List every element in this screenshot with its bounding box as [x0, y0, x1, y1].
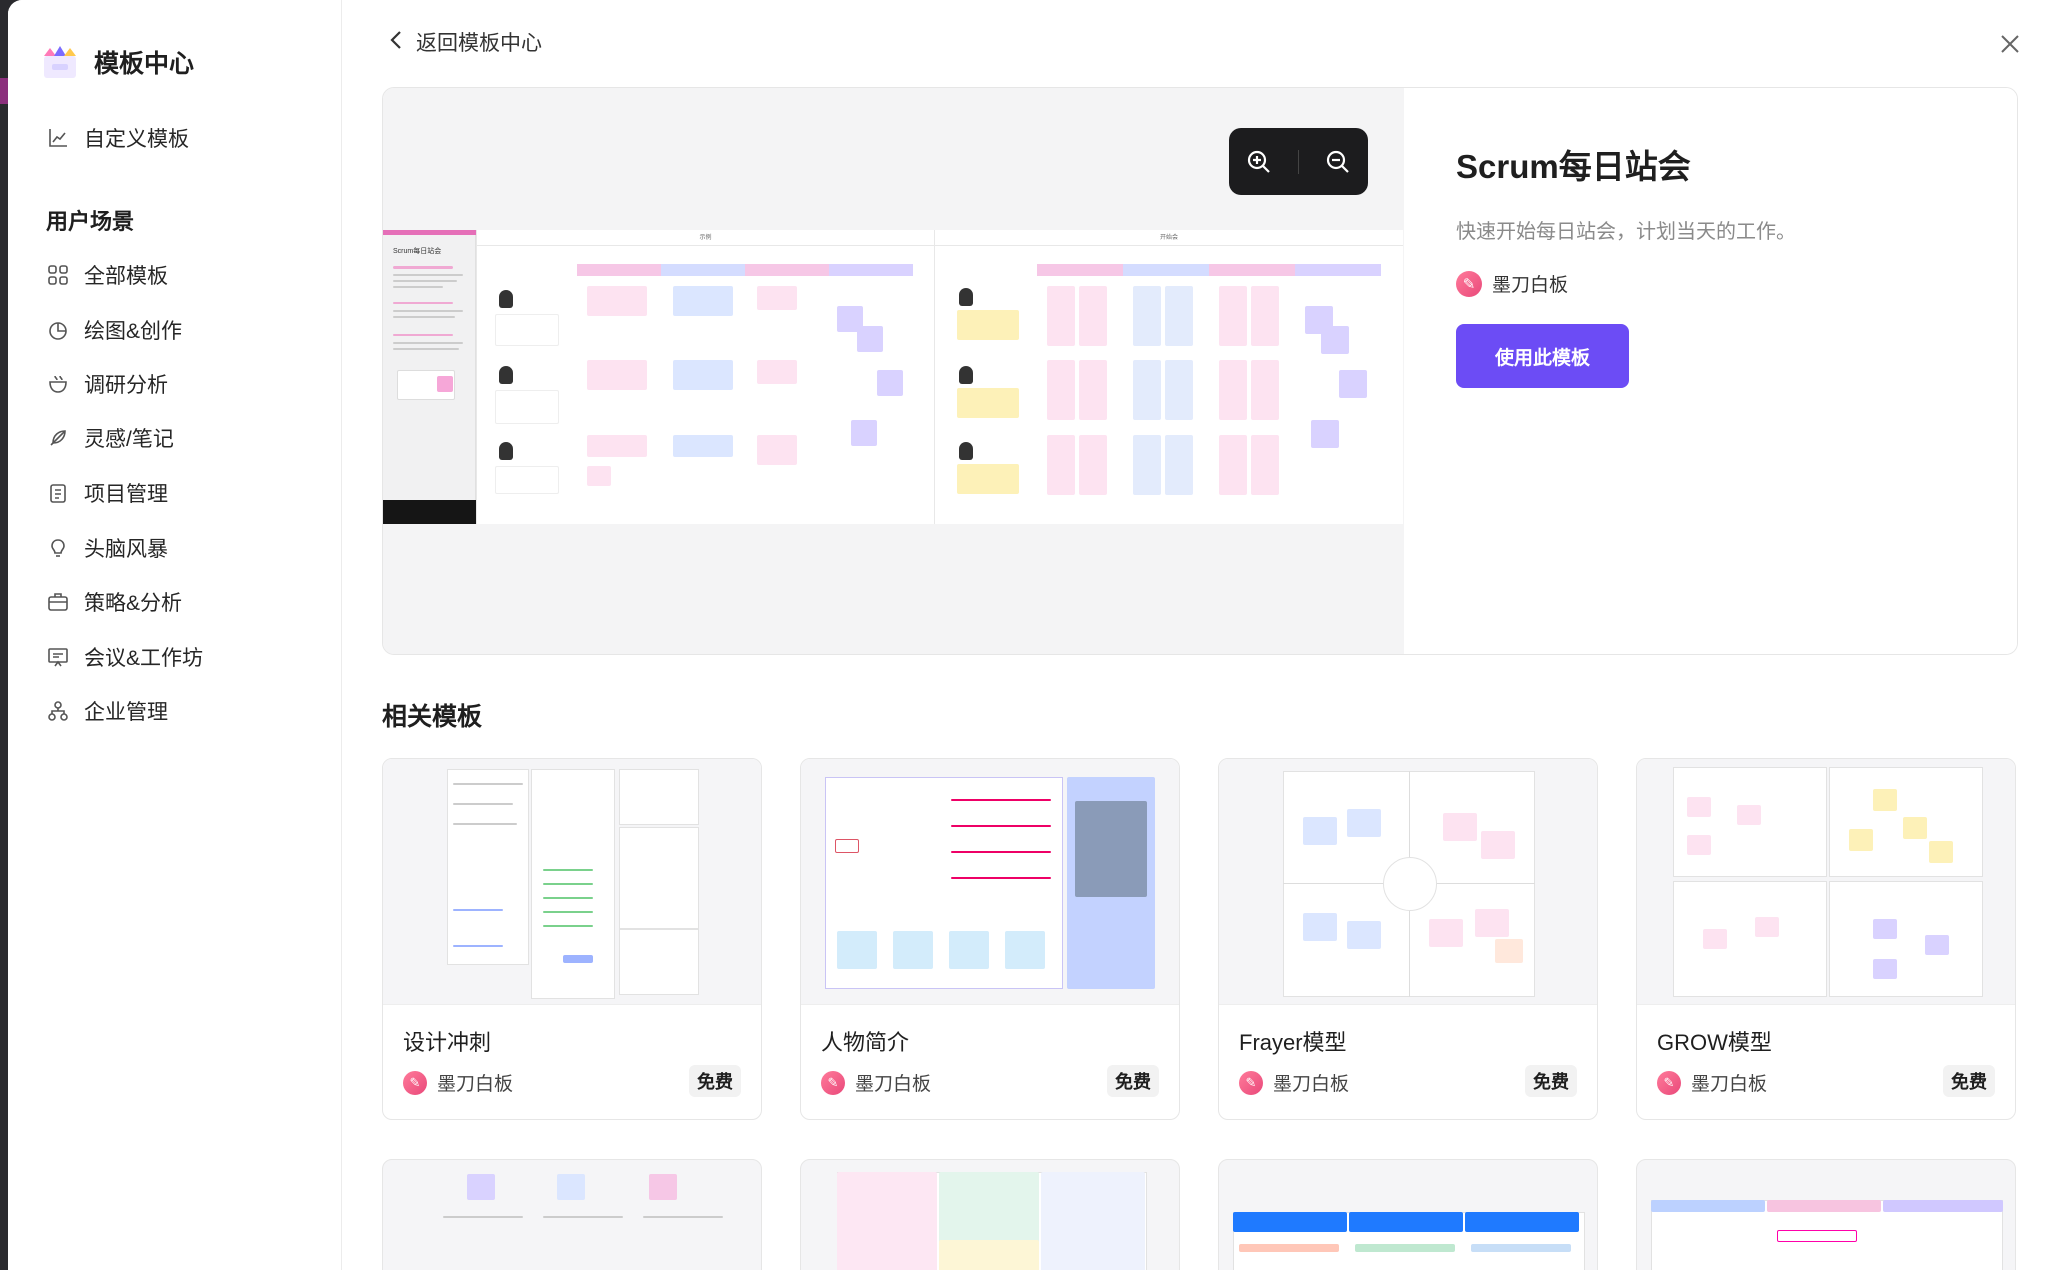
sidebar-title: 模板中心 — [94, 50, 195, 78]
template-card-title: 设计冲刺 — [403, 1030, 492, 1055]
background-accent — [0, 78, 8, 104]
preview-lane-meeting: 开始会 — [934, 230, 1403, 524]
related-templates-heading: 相关模板 — [382, 703, 483, 731]
chart-edit-icon — [46, 126, 70, 150]
template-center-logo-icon — [40, 42, 80, 82]
preview-lane-example: 示例 — [476, 230, 934, 524]
zoom-controls — [1229, 128, 1368, 195]
template-center-modal: 模板中心 自定义模板 用户场景 全部模板 绘图&创作 调研分析 灵感/笔记 项目… — [8, 0, 2054, 1270]
template-card[interactable]: 设计冲刺 ✎ 墨刀白板 免费 — [382, 758, 762, 1120]
sidebar-item-meetings[interactable]: 会议&工作坊 — [46, 637, 316, 677]
feather-icon — [46, 426, 70, 450]
template-description: 快速开始每日站会，计划当天的工作。 — [1456, 221, 1796, 243]
template-title: Scrum每日站会 — [1456, 148, 1691, 185]
template-card[interactable]: GROW模型 ✎ 墨刀白板 免费 — [1636, 758, 2016, 1120]
template-detail-card: Scrum每日站会 示例 开始会 Scrum每日站会 快速开始每日站会，计划当天… — [382, 87, 2018, 655]
sidebar-item-research[interactable]: 调研分析 — [46, 364, 316, 404]
pie-chart-icon — [46, 318, 70, 342]
template-card-title: 人物简介 — [821, 1030, 910, 1055]
author-logo-icon: ✎ — [403, 1070, 427, 1095]
template-author: ✎ 墨刀白板 — [1456, 270, 1568, 297]
sidebar-item-label: 调研分析 — [84, 374, 168, 397]
template-card-author: ✎ 墨刀白板 — [1239, 1069, 1349, 1096]
zoom-in-icon — [1247, 150, 1270, 173]
sidebar-item-label: 自定义模板 — [84, 128, 189, 151]
author-name: 墨刀白板 — [1492, 275, 1569, 296]
cup-icon — [46, 372, 70, 396]
sidebar-item-label: 会议&工作坊 — [84, 647, 204, 670]
template-card-title: GROW模型 — [1657, 1030, 1772, 1055]
sidebar-item-notes[interactable]: 灵感/笔记 — [46, 418, 316, 458]
chevron-left-icon — [388, 29, 404, 56]
zoom-out-button[interactable] — [1318, 142, 1358, 182]
author-logo-icon: ✎ — [1456, 270, 1482, 297]
price-badge: 免费 — [1525, 1065, 1577, 1097]
sidebar-item-label: 企业管理 — [84, 701, 168, 724]
author-logo-icon: ✎ — [1657, 1070, 1681, 1095]
preview-board: Scrum每日站会 示例 开始会 — [383, 230, 1403, 524]
price-badge: 免费 — [1107, 1065, 1159, 1097]
template-card[interactable]: Frayer模型 ✎ 墨刀白板 免费 — [1218, 758, 1598, 1120]
sidebar-item-label: 全部模板 — [84, 265, 168, 288]
template-card-author: ✎ 墨刀白板 — [403, 1069, 513, 1096]
zoom-in-button[interactable] — [1239, 142, 1279, 182]
sidebar-item-custom-templates[interactable]: 自定义模板 — [46, 118, 316, 158]
template-thumbnail — [1637, 759, 2015, 1005]
sidebar-item-all-templates[interactable]: 全部模板 — [46, 255, 316, 295]
sidebar-item-label: 头脑风暴 — [84, 538, 168, 561]
use-template-button[interactable]: 使用此模板 — [1456, 324, 1629, 388]
template-card-author: ✎ 墨刀白板 — [821, 1069, 931, 1096]
template-preview: Scrum每日站会 示例 开始会 — [383, 88, 1404, 654]
close-icon — [2001, 35, 2019, 53]
preview-board-title: Scrum每日站会 — [393, 248, 442, 255]
back-link-label: 返回模板中心 — [416, 32, 542, 55]
sidebar-item-label: 策略&分析 — [84, 592, 183, 615]
author-logo-icon: ✎ — [1239, 1070, 1263, 1095]
sidebar-header: 模板中心 — [40, 42, 194, 82]
template-info-panel: Scrum每日站会 快速开始每日站会，计划当天的工作。 ✎ 墨刀白板 使用此模板 — [1404, 88, 2017, 654]
sidebar-item-strategy[interactable]: 策略&分析 — [46, 582, 316, 622]
template-card[interactable]: 人物简介 ✎ 墨刀白板 免费 — [800, 758, 1180, 1120]
grid-icon — [46, 263, 70, 287]
back-to-template-center-link[interactable]: 返回模板中心 — [388, 24, 542, 60]
sidebar-item-project-management[interactable]: 项目管理 — [46, 473, 316, 513]
sidebar-item-drawing[interactable]: 绘图&创作 — [46, 310, 316, 350]
preview-board-sidebar: Scrum每日站会 — [383, 230, 476, 524]
template-thumbnail — [801, 759, 1179, 1005]
price-badge: 免费 — [689, 1065, 741, 1097]
author-logo-icon: ✎ — [821, 1070, 845, 1095]
section-label-user-scenarios: 用户场景 — [46, 209, 135, 234]
background-edge — [0, 0, 8, 1270]
sidebar-item-enterprise[interactable]: 企业管理 — [46, 691, 316, 731]
briefcase-icon — [46, 590, 70, 614]
template-card[interactable] — [382, 1159, 762, 1270]
close-button[interactable] — [1996, 30, 2024, 58]
clipboard-icon — [46, 481, 70, 505]
template-thumbnail — [1219, 759, 1597, 1005]
sidebar-item-label: 灵感/笔记 — [84, 428, 174, 451]
zoom-out-icon — [1327, 150, 1350, 173]
template-card[interactable] — [1218, 1159, 1598, 1270]
sidebar-item-label: 绘图&创作 — [84, 320, 183, 343]
sidebar-item-label: 项目管理 — [84, 483, 168, 506]
lightbulb-icon — [46, 536, 70, 560]
price-badge: 免费 — [1943, 1065, 1995, 1097]
presentation-icon — [46, 645, 70, 669]
org-chart-icon — [46, 699, 70, 723]
template-card-author: ✎ 墨刀白板 — [1657, 1069, 1767, 1096]
template-thumbnail — [383, 759, 761, 1005]
template-card-title: Frayer模型 — [1239, 1030, 1347, 1055]
sidebar: 模板中心 自定义模板 用户场景 全部模板 绘图&创作 调研分析 灵感/笔记 项目… — [8, 0, 342, 1270]
template-card[interactable] — [800, 1159, 1180, 1270]
template-card[interactable] — [1636, 1159, 2016, 1270]
sidebar-item-brainstorm[interactable]: 头脑风暴 — [46, 528, 316, 568]
